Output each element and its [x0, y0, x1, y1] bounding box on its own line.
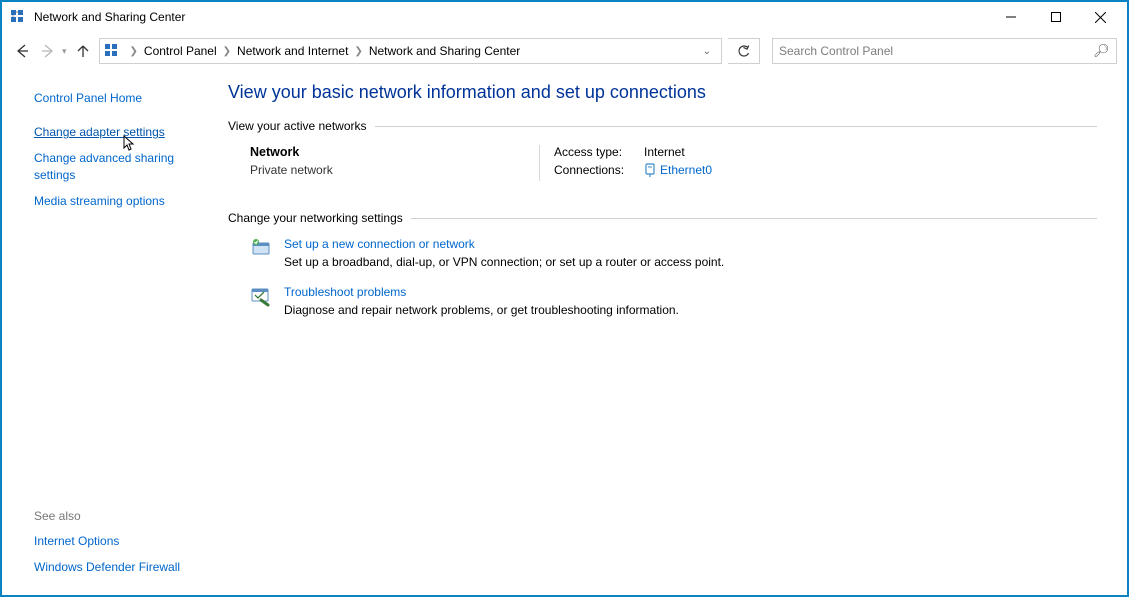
close-button[interactable] [1078, 3, 1123, 31]
setup-connection-desc: Set up a broadband, dial-up, or VPN conn… [284, 255, 724, 269]
troubleshoot-desc: Diagnose and repair network problems, or… [284, 303, 679, 317]
troubleshoot-link[interactable]: Troubleshoot problems [284, 285, 679, 299]
side-pane: Control Panel Home Change adapter settin… [2, 70, 212, 595]
address-bar[interactable]: ❯ Control Panel ❯ Network and Internet ❯… [99, 38, 722, 64]
breadcrumb-network-internet[interactable]: Network and Internet [233, 44, 352, 58]
toolbar: ▾ ❯ Control Panel ❯ Network and Internet… [2, 32, 1127, 70]
change-advanced-sharing-link[interactable]: Change advanced sharing settings [34, 150, 202, 182]
ethernet-icon [644, 163, 656, 177]
address-dropdown-icon[interactable]: ⌄ [697, 46, 717, 57]
app-icon [10, 9, 26, 25]
change-settings-section-label: Change your networking settings [228, 211, 1097, 225]
troubleshoot-icon [250, 285, 272, 307]
search-box[interactable]: 🔍︎ [772, 38, 1117, 64]
back-button[interactable] [12, 41, 32, 61]
network-name: Network [250, 145, 529, 159]
access-type-value: Internet [644, 145, 685, 159]
window-controls [988, 3, 1123, 31]
recent-dropdown-icon[interactable]: ▾ [62, 46, 67, 57]
minimize-button[interactable] [988, 3, 1033, 31]
search-input[interactable] [779, 44, 1093, 58]
active-network-block: Network Private network Access type: Int… [228, 145, 1097, 181]
maximize-button[interactable] [1033, 3, 1078, 31]
up-button[interactable] [73, 41, 93, 61]
content-body: Control Panel Home Change adapter settin… [2, 70, 1127, 595]
active-networks-text: View your active networks [228, 119, 367, 133]
forward-button[interactable] [38, 41, 58, 61]
search-icon[interactable]: 🔍︎ [1093, 43, 1110, 59]
task-setup-connection: Set up a new connection or network Set u… [228, 237, 1097, 269]
divider [411, 218, 1097, 219]
setup-connection-link[interactable]: Set up a new connection or network [284, 237, 724, 251]
page-heading: View your basic network information and … [228, 82, 1097, 103]
change-settings-text: Change your networking settings [228, 211, 403, 225]
connections-label: Connections: [554, 163, 644, 177]
connection-link[interactable]: Ethernet0 [644, 163, 712, 177]
setup-connection-icon [250, 237, 272, 259]
main-pane: View your basic network information and … [212, 70, 1127, 595]
breadcrumb-sharing-center[interactable]: Network and Sharing Center [365, 44, 524, 58]
see-also-label: See also [34, 509, 202, 523]
network-type: Private network [250, 163, 529, 177]
breadcrumb-sep[interactable]: ❯ [352, 46, 364, 57]
location-icon [104, 43, 120, 59]
control-panel-home-link[interactable]: Control Panel Home [34, 90, 202, 106]
refresh-button[interactable] [728, 38, 760, 64]
change-settings-block: Set up a new connection or network Set u… [228, 237, 1097, 317]
task-troubleshoot: Troubleshoot problems Diagnose and repai… [228, 285, 1097, 317]
network-details: Access type: Internet Connections: Ether… [540, 145, 712, 181]
windows-defender-firewall-link[interactable]: Windows Defender Firewall [34, 559, 202, 575]
divider [375, 126, 1097, 127]
media-streaming-link[interactable]: Media streaming options [34, 193, 202, 209]
internet-options-link[interactable]: Internet Options [34, 533, 202, 549]
active-networks-section-label: View your active networks [228, 119, 1097, 133]
network-identity: Network Private network [250, 145, 540, 181]
titlebar: Network and Sharing Center [2, 2, 1127, 32]
breadcrumb-sep[interactable]: ❯ [128, 46, 140, 57]
change-adapter-settings-link[interactable]: Change adapter settings [34, 124, 202, 140]
breadcrumb-sep[interactable]: ❯ [221, 46, 233, 57]
connection-name: Ethernet0 [660, 163, 712, 177]
window-title: Network and Sharing Center [34, 10, 185, 24]
access-type-label: Access type: [554, 145, 644, 159]
breadcrumb-control-panel[interactable]: Control Panel [140, 44, 221, 58]
